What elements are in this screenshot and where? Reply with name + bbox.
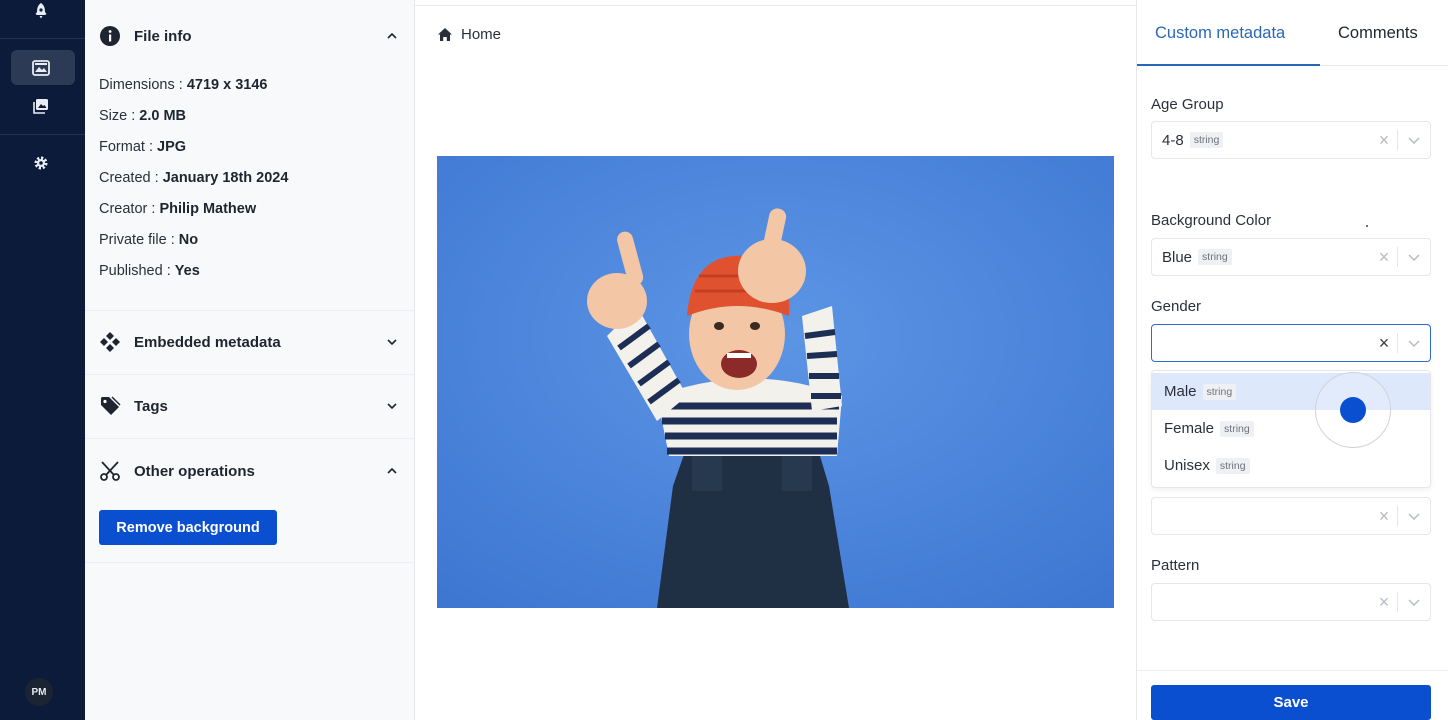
active-tab-indicator	[1137, 64, 1320, 66]
meta-row-private: Private file : No	[99, 232, 199, 248]
chevron-down-icon[interactable]	[1398, 339, 1430, 347]
pattern-label: Pattern	[1151, 557, 1200, 574]
chevron-down-icon[interactable]	[1398, 253, 1430, 261]
tab-custom-metadata[interactable]: Custom metadata	[1155, 24, 1285, 43]
rail-divider	[0, 38, 85, 39]
type-badge: string	[1202, 383, 1237, 400]
meta-row-dimensions: Dimensions : 4719 x 3146	[99, 77, 268, 93]
file-info-title: File info	[134, 27, 192, 45]
gender-label: Gender	[1151, 298, 1202, 315]
image-viewer: Home	[415, 0, 1136, 720]
tags-title: Tags	[134, 397, 168, 415]
tab-comments[interactable]: Comments	[1338, 24, 1418, 43]
meta-row-format: Format : JPG	[99, 139, 187, 155]
metadata-tabs: Custom metadata Comments	[1137, 0, 1448, 66]
remove-background-button[interactable]: Remove background	[99, 510, 277, 545]
age-group-label: Age Group	[1151, 96, 1224, 113]
meta-row-published: Published : Yes	[99, 263, 200, 279]
chevron-down-icon[interactable]	[1398, 136, 1430, 144]
obscured-select[interactable]: ×	[1151, 497, 1431, 535]
chevron-down-icon[interactable]	[384, 334, 400, 350]
age-group-select[interactable]: 4-8 string ×	[1151, 121, 1431, 159]
pattern-select[interactable]: ×	[1151, 583, 1431, 621]
type-badge: string	[1220, 420, 1254, 437]
tag-icon	[98, 394, 122, 418]
info-icon	[98, 24, 122, 48]
chevron-down-icon[interactable]	[1398, 598, 1430, 606]
type-badge: string	[1215, 457, 1250, 474]
meta-row-size: Size : 2.0 MB	[99, 108, 187, 124]
chevron-up-icon[interactable]	[384, 463, 400, 479]
file-info-header[interactable]: File info	[98, 21, 400, 51]
top-border	[415, 5, 1136, 6]
option-unisex[interactable]: Unisex string	[1152, 447, 1430, 484]
user-avatar[interactable]: PM	[25, 678, 53, 706]
footer-divider	[1137, 670, 1448, 671]
metadata-panel: Custom metadata Comments Age Group 4-8 st…	[1136, 0, 1448, 720]
tags-header[interactable]: Tags	[98, 391, 400, 421]
other-operations-header[interactable]: Other operations	[98, 456, 400, 486]
nav-rail: PM	[0, 0, 85, 720]
embedded-metadata-title: Embedded metadata	[134, 333, 281, 351]
preview-image	[437, 156, 1114, 608]
type-badge: string	[1189, 132, 1224, 148]
save-button[interactable]: Save	[1151, 685, 1431, 720]
chevron-down-icon[interactable]	[384, 398, 400, 414]
embedded-metadata-header[interactable]: Embedded metadata	[98, 327, 400, 357]
background-color-label: Background Color	[1151, 212, 1272, 229]
section-divider	[85, 374, 415, 375]
background-color-select[interactable]: Blue string ×	[1151, 238, 1431, 276]
clear-icon[interactable]: ×	[1371, 333, 1397, 354]
home-icon	[438, 28, 452, 41]
gender-select[interactable]: ×	[1151, 324, 1431, 362]
breadcrumb-home[interactable]: Home	[461, 26, 501, 43]
section-divider	[85, 562, 415, 563]
diamonds-icon	[98, 330, 122, 354]
type-badge: string	[1198, 249, 1232, 265]
rail-divider	[0, 134, 85, 135]
breadcrumb: Home	[437, 26, 501, 43]
meta-row-creator: Creator : Philip Mathew	[99, 201, 257, 217]
other-operations-title: Other operations	[134, 462, 255, 480]
clear-icon[interactable]: ×	[1371, 247, 1397, 268]
stray-dot	[1366, 225, 1368, 227]
section-divider	[85, 310, 415, 311]
clear-icon[interactable]: ×	[1371, 506, 1397, 527]
background-color-value: Blue	[1162, 248, 1193, 266]
info-panel: File info Dimensions : 4719 x 3146 Size …	[85, 0, 415, 720]
section-divider	[85, 438, 415, 439]
image-edit-icon[interactable]	[28, 55, 54, 81]
gender-dropdown-menu: Male string Female string Unisex string	[1151, 370, 1431, 488]
age-group-value: 4-8	[1162, 131, 1184, 149]
clear-icon[interactable]: ×	[1371, 592, 1397, 613]
click-indicator-dot	[1340, 397, 1366, 423]
clear-icon[interactable]: ×	[1371, 130, 1397, 151]
gear-icon[interactable]	[28, 150, 54, 176]
scissors-icon	[98, 459, 122, 483]
gallery-icon[interactable]	[28, 93, 54, 119]
chevron-down-icon[interactable]	[1398, 512, 1430, 520]
meta-row-created: Created : January 18th 2024	[99, 170, 289, 186]
chevron-up-icon[interactable]	[384, 28, 400, 44]
rocket-icon[interactable]	[28, 0, 54, 24]
